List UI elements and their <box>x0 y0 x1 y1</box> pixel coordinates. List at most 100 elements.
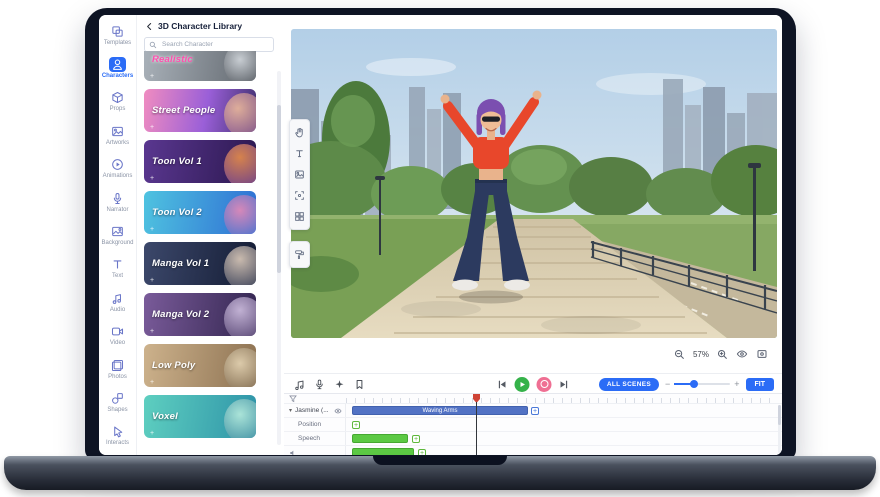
track-row-speech: Speech <box>284 432 782 446</box>
sidebar-item-audio[interactable]: Audio <box>99 285 136 318</box>
panel-scrollbar-thumb[interactable] <box>277 105 281 273</box>
track-header[interactable]: ▾ Jasmine (... <box>284 404 346 417</box>
add-position-button[interactable] <box>352 421 360 429</box>
record-button[interactable] <box>537 377 552 392</box>
search-box[interactable] <box>144 37 274 52</box>
category-card-realistic[interactable]: Realistic <box>144 51 256 81</box>
track-header: Position <box>284 418 346 431</box>
sidebar-item-video[interactable]: Video <box>99 319 136 352</box>
timeline: ▾ Jasmine (... Waving Arms Position <box>284 393 782 455</box>
sidebar: Templates Characters Props Artworks Anim… <box>99 15 137 455</box>
frame-tool-button[interactable] <box>291 185 308 206</box>
category-label: Low Poly <box>152 360 195 371</box>
skip-forward-button[interactable] <box>559 379 570 390</box>
category-card-street-people[interactable]: Street People <box>144 89 256 132</box>
sidebar-item-props[interactable]: Props <box>99 85 136 118</box>
snapshot-button[interactable] <box>756 348 768 360</box>
slider-knob[interactable] <box>690 380 698 388</box>
pan-tool-button[interactable] <box>291 122 308 143</box>
timeline-ruler[interactable] <box>284 394 782 404</box>
visibility-eye-icon[interactable] <box>334 407 342 415</box>
preview-eye-button[interactable] <box>736 348 748 360</box>
background-icon <box>109 224 126 239</box>
media-shortcuts <box>294 374 365 394</box>
play-button[interactable] <box>515 377 530 392</box>
panel-header: 3D Character Library <box>137 15 284 33</box>
photos-icon <box>109 358 126 373</box>
image-tool-button[interactable] <box>291 164 308 185</box>
music-button[interactable] <box>294 379 305 390</box>
sidebar-item-label: Interacts <box>106 440 129 446</box>
category-card-low-poly[interactable]: Low Poly <box>144 344 256 387</box>
search-icon <box>149 41 157 49</box>
search-input[interactable] <box>160 40 269 49</box>
chevron-down-icon[interactable]: ▾ <box>289 408 292 414</box>
slider-plus-button[interactable]: + <box>734 380 739 389</box>
bookmark-button[interactable] <box>354 379 365 390</box>
sidebar-item-shapes[interactable]: Shapes <box>99 385 136 418</box>
track-name: Jasmine (... <box>295 407 329 414</box>
panel-scrollbar[interactable] <box>277 71 281 445</box>
sidebar-item-label: Text <box>112 273 123 279</box>
ruler-ticks <box>346 398 776 403</box>
sidebar-item-narrator[interactable]: Narrator <box>99 185 136 218</box>
track-lane[interactable] <box>346 432 782 445</box>
skip-back-button[interactable] <box>497 379 508 390</box>
grid-tool-button[interactable] <box>291 206 308 227</box>
zoom-in-button[interactable] <box>717 349 728 360</box>
sidebar-item-label: Animations <box>103 173 133 179</box>
sidebar-item-artworks[interactable]: Artworks <box>99 118 136 151</box>
slider-track[interactable] <box>674 383 730 385</box>
slider-minus-button[interactable]: − <box>665 380 670 389</box>
paint-tool-button[interactable] <box>291 244 308 265</box>
timeline-scrollbar-thumb[interactable] <box>778 405 781 425</box>
category-card-manga-vol-2[interactable]: Manga Vol 2 <box>144 293 256 336</box>
add-audio-button[interactable] <box>418 449 426 456</box>
audio-clip[interactable] <box>352 448 414 455</box>
laptop-base <box>4 456 876 490</box>
track-row-audio <box>284 446 782 455</box>
timeline-scrollbar[interactable] <box>778 405 781 453</box>
category-card-toon-vol-2[interactable]: Toon Vol 2 <box>144 191 256 234</box>
text-tool-button[interactable] <box>291 143 308 164</box>
track-lane[interactable] <box>346 418 782 431</box>
effects-sparkle-button[interactable] <box>334 379 345 390</box>
speech-clip[interactable] <box>352 434 408 443</box>
all-scenes-button[interactable]: ALL SCENES <box>599 378 659 391</box>
category-card-manga-vol-1[interactable]: Manga Vol 1 <box>144 242 256 285</box>
animation-clip[interactable]: Waving Arms <box>352 406 528 415</box>
filter-funnel-icon[interactable] <box>289 395 297 403</box>
fit-button[interactable]: FIT <box>746 378 775 391</box>
zoom-out-button[interactable] <box>674 349 685 360</box>
characters-icon <box>109 57 126 72</box>
canvas-toolbar <box>289 119 310 230</box>
track-row-character: ▾ Jasmine (... Waving Arms <box>284 404 782 418</box>
category-label: Toon Vol 1 <box>152 156 202 167</box>
sidebar-item-characters[interactable]: Characters <box>99 51 136 84</box>
image-icon <box>294 169 305 180</box>
add-animation-button[interactable] <box>531 407 539 415</box>
canvas-stage[interactable] <box>291 29 777 338</box>
sidebar-item-background[interactable]: Background <box>99 218 136 251</box>
laptop-base-notch <box>373 456 507 465</box>
track-lane[interactable]: Waving Arms <box>346 404 782 417</box>
sidebar-item-templates[interactable]: Templates <box>99 18 136 51</box>
mic-button[interactable] <box>314 379 325 390</box>
interacts-icon <box>109 424 126 439</box>
speaker-icon <box>289 449 297 455</box>
back-chevron-icon[interactable] <box>145 22 154 31</box>
sidebar-item-text[interactable]: Text <box>99 252 136 285</box>
track-header: Speech <box>284 432 346 445</box>
category-card-voxel[interactable]: Voxel <box>144 395 256 438</box>
add-speech-button[interactable] <box>412 435 420 443</box>
timeline-zoom-slider: − + <box>665 380 740 389</box>
track-lane[interactable] <box>346 446 782 455</box>
sidebar-item-animations[interactable]: Animations <box>99 152 136 185</box>
sidebar-item-label: Props <box>110 106 126 112</box>
category-label: Voxel <box>152 411 178 422</box>
sidebar-item-interacts[interactable]: Interacts <box>99 419 136 452</box>
sidebar-item-photos[interactable]: Photos <box>99 352 136 385</box>
category-card-toon-vol-1[interactable]: Toon Vol 1 <box>144 140 256 183</box>
sidebar-item-label: Characters <box>102 73 133 79</box>
sidebar-item-label: Narrator <box>106 207 128 213</box>
